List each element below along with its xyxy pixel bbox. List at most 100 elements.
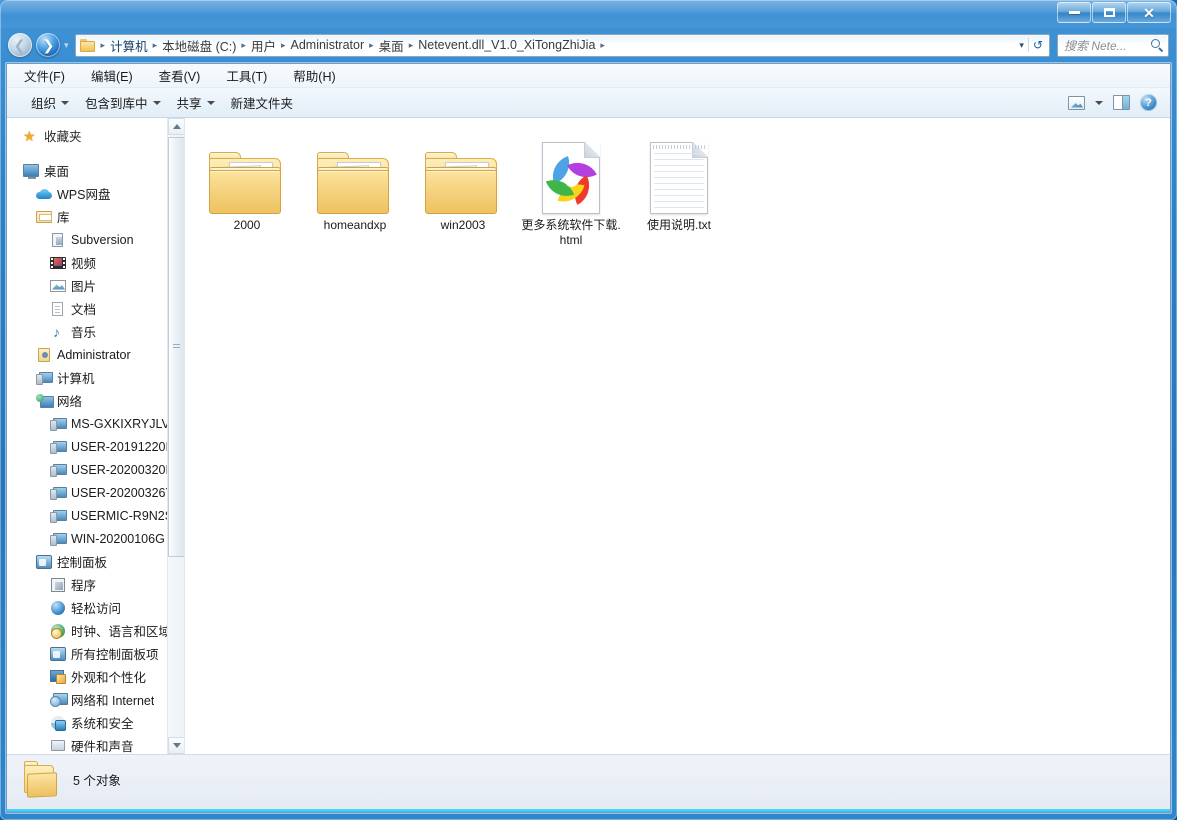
scrollbar-thumb[interactable] [168,137,184,557]
sidebar-item-hardware-sound[interactable]: 硬件和声音 [7,734,184,754]
sidebar-item-label: 文档 [71,303,97,317]
sidebar-item-documents[interactable]: 文档 [7,297,184,320]
sidebar-item-network-computer[interactable]: USER-20191220I [7,435,184,458]
breadcrumb-separator: ▸ [280,39,286,50]
videos-icon [50,255,66,271]
breadcrumb-bar[interactable]: ▸ 计算机 ▸ 本地磁盘 (C:) ▸ 用户 ▸ Administrator ▸… [74,33,1050,57]
view-options-dropdown[interactable] [1090,98,1108,108]
close-icon: ✕ [1143,4,1155,21]
list-item[interactable]: 更多系统软件下载.html [517,130,625,254]
sidebar-item-network-computer[interactable]: USERMIC-R9N2S [7,504,184,527]
star-icon: ★ [23,127,36,144]
file-list-pane[interactable]: 2000 homeandxp win2003 更多系统软件下载.html 使用说… [185,118,1170,754]
sidebar-item-programs[interactable]: 程序 [7,573,184,596]
notepad-spiral-icon [653,145,705,149]
refresh-icon[interactable]: ↺ [1027,38,1047,52]
sidebar-item-pictures[interactable]: 图片 [7,274,184,297]
chevron-down-icon[interactable]: ▾ [1015,40,1028,51]
forward-arrow-icon: ❯ [42,37,55,53]
sidebar-item-network-computer[interactable]: USER-20200326Y [7,481,184,504]
back-button[interactable]: ❮ [8,33,32,57]
history-dropdown-icon[interactable]: ▾ [64,40,69,51]
sidebar-item-all-control-panel-items[interactable]: 所有控制面板项 [7,642,184,665]
list-item[interactable]: 使用说明.txt [625,130,733,254]
folder-icon [425,152,501,214]
sidebar-item-label: 库 [57,211,70,225]
html-file-icon [542,142,600,214]
sidebar-item-administrator[interactable]: Administrator [7,343,184,366]
minimize-icon [1068,11,1080,14]
breadcrumb-item-current-folder[interactable]: Netevent.dll_V1.0_XiTongZhiJia [415,36,598,54]
breadcrumb-item-desktop[interactable]: 桌面 [376,34,407,57]
sidebar-item-label: 网络和 Internet [71,694,155,708]
computer-icon [36,370,53,386]
share-button[interactable]: 共享 [169,90,223,115]
breadcrumb-separator: ▸ [600,39,605,50]
preview-pane-button[interactable] [1108,92,1135,113]
sidebar-item-computer[interactable]: 计算机 [7,366,184,389]
menu-help[interactable]: 帮助(H) [290,64,338,87]
network-computer-icon [50,531,67,547]
sidebar-item-label: WPS网盘 [57,188,111,202]
navigation-scrollbar[interactable] [167,118,184,754]
new-folder-button[interactable]: 新建文件夹 [223,90,302,115]
search-placeholder: 搜索 Nete... [1064,38,1127,53]
sidebar-item-label: 程序 [71,579,97,593]
list-item[interactable]: homeandxp [301,130,409,254]
sidebar-item-libraries[interactable]: 库 [7,205,184,228]
breadcrumb-item-computer[interactable]: 计算机 [107,34,151,57]
file-thumbnail [207,134,287,214]
view-options-button[interactable] [1063,93,1090,113]
scroll-up-button[interactable] [168,118,184,135]
sidebar-item-system-security[interactable]: 系统和安全 [7,711,184,734]
breadcrumb-item-users[interactable]: 用户 [248,34,279,57]
folder-icon [209,152,285,214]
sidebar-item-network-computer[interactable]: USER-20200320I [7,458,184,481]
sidebar-item-control-panel[interactable]: 控制面板 [7,550,184,573]
ease-of-access-icon [50,600,66,616]
sidebar-item-network[interactable]: 网络 [7,389,184,412]
menu-edit[interactable]: 编辑(E) [88,64,136,87]
close-button[interactable]: ✕ [1127,2,1171,23]
sidebar-item-videos[interactable]: 视频 [7,251,184,274]
search-input[interactable]: 搜索 Nete... [1057,33,1169,57]
music-icon: ♪ [53,323,60,340]
include-in-library-button[interactable]: 包含到库中 [77,90,169,115]
sidebar-item-ease-of-access[interactable]: 轻松访问 [7,596,184,619]
sidebar-item-network-internet[interactable]: 网络和 Internet [7,688,184,711]
text-file-icon [650,142,708,214]
menu-tools[interactable]: 工具(T) [223,64,270,87]
organize-button[interactable]: 组织 [23,90,77,115]
window-controls: ✕ [1057,2,1171,23]
menu-file[interactable]: 文件(F) [21,64,68,87]
user-folder-icon [36,347,52,363]
list-item[interactable]: 2000 [193,130,301,254]
sidebar-item-wps-cloud[interactable]: WPS网盘 [7,182,184,205]
maximize-button[interactable] [1092,2,1126,23]
breadcrumb-separator: ▸ [241,39,246,50]
sidebar-item-desktop[interactable]: 桌面 [7,159,184,182]
breadcrumb-separator: ▸ [152,39,158,50]
sidebar-item-clock-language-region[interactable]: 时钟、语言和区域 [7,619,184,642]
sidebar-item-favorites[interactable]: ★ 收藏夹 [7,124,184,147]
file-name: 2000 [233,218,261,232]
desktop-background: ✕ ❮ ❯ ▾ ▸ 计算机 ▸ 本地磁盘 (C:) ▸ 用户 ▸ Adminis… [0,0,1177,820]
folder-icon [79,38,96,52]
sidebar-item-subversion[interactable]: Subversion [7,228,184,251]
sidebar-item-appearance[interactable]: 外观和个性化 [7,665,184,688]
help-button[interactable]: ? [1135,91,1162,114]
network-internet-icon [50,692,68,708]
breadcrumb-item-administrator[interactable]: Administrator [288,36,368,54]
scroll-down-button[interactable] [168,737,184,754]
sidebar-item-network-computer[interactable]: WIN-20200106G [7,527,184,550]
pictures-icon [50,278,66,294]
minimize-button[interactable] [1057,2,1091,23]
sidebar-item-network-computer[interactable]: MS-GXKIXRYJLV [7,412,184,435]
list-item[interactable]: win2003 [409,130,517,254]
forward-button[interactable]: ❯ [36,33,60,57]
sidebar-item-music[interactable]: ♪ 音乐 [7,320,184,343]
breadcrumb-item-local-disk[interactable]: 本地磁盘 (C:) [159,34,239,57]
sidebar-item-label: 系统和安全 [71,717,134,731]
menu-view[interactable]: 查看(V) [156,64,204,87]
sidebar-item-label: 视频 [71,257,97,271]
